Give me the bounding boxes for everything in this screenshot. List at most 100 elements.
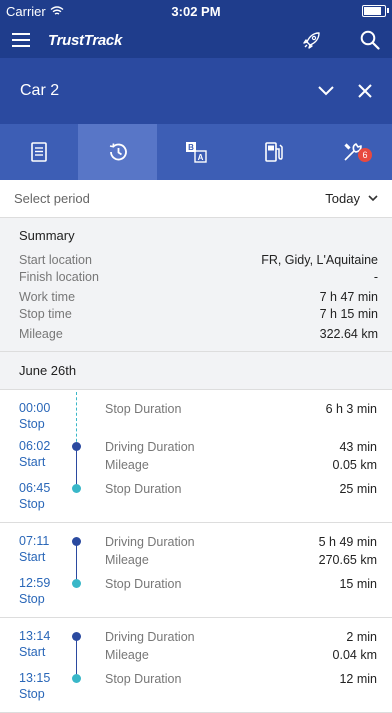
- day-header: June 26th: [0, 351, 392, 390]
- work-time-label: Work time: [19, 290, 76, 304]
- work-time-value: 7 h 47 min: [319, 290, 378, 304]
- svg-text:B: B: [188, 143, 194, 152]
- entry-time: 00:00 Stop: [0, 400, 76, 432]
- battery-group: [362, 5, 389, 17]
- status-bar: Carrier 3:02 PM: [0, 0, 392, 22]
- history-icon: [107, 141, 129, 163]
- detail-row: Stop Duration 12 min: [105, 670, 377, 688]
- vehicle-name: Car 2: [20, 82, 60, 99]
- entry-details: Stop Duration 12 min: [76, 670, 392, 702]
- tab-fuel[interactable]: [235, 124, 313, 180]
- battery-icon: [362, 5, 389, 17]
- chevron-down-icon[interactable]: [318, 86, 334, 96]
- detail-value: 0.04 km: [332, 647, 377, 662]
- mileage-label: Mileage: [19, 327, 63, 341]
- timeline-entry[interactable]: 06:45 Stop Stop Duration 25 min: [0, 480, 392, 512]
- translate-icon: BA: [185, 141, 207, 163]
- detail-row: Stop Duration 15 min: [105, 575, 377, 593]
- stop-marker: [72, 484, 81, 493]
- entry-details: Stop Duration 15 min: [76, 575, 392, 607]
- entry-type: Stop: [19, 416, 45, 431]
- detail-row: Mileage 270.65 km: [105, 551, 377, 569]
- stop-time-row: Stop time 7 h 15 min: [19, 306, 378, 323]
- tab-bar: BA 6: [0, 124, 392, 180]
- detail-label: Stop Duration: [105, 401, 182, 416]
- detail-label: Driving Duration: [105, 629, 195, 644]
- finish-location-row: Finish location -: [19, 269, 378, 286]
- rocket-icon[interactable]: [302, 30, 322, 50]
- detail-label: Stop Duration: [105, 671, 182, 686]
- detail-row: Driving Duration 2 min: [105, 628, 377, 646]
- start-marker: [72, 632, 81, 641]
- app-bar: TrustTrack: [0, 22, 392, 58]
- timeline-entry[interactable]: 12:59 Stop Stop Duration 15 min: [0, 575, 392, 607]
- close-icon[interactable]: [358, 84, 372, 98]
- entry-time: 06:02 Start: [0, 438, 76, 474]
- detail-value: 5 h 49 min: [318, 534, 377, 549]
- detail-row: Stop Duration 6 h 3 min: [105, 400, 377, 418]
- detail-row: Driving Duration 43 min: [105, 438, 377, 456]
- entry-time-value: 07:11: [19, 533, 50, 548]
- start-location-value: FR, Gidy, L'Aquitaine: [261, 253, 378, 267]
- tab-tools[interactable]: 6: [314, 124, 392, 180]
- detail-label: Mileage: [105, 552, 149, 567]
- tab-document[interactable]: [0, 124, 78, 180]
- period-selector[interactable]: Select period Today: [0, 180, 392, 218]
- detail-label: Stop Duration: [105, 481, 182, 496]
- period-value: Today: [325, 191, 360, 206]
- entry-time-value: 12:59: [19, 575, 51, 590]
- stop-marker: [72, 579, 81, 588]
- entry-time-value: 00:00: [19, 400, 51, 415]
- entry-time: 13:15 Stop: [0, 670, 76, 702]
- vehicle-selector[interactable]: Car 2: [0, 58, 392, 124]
- app-logo: TrustTrack: [48, 32, 122, 49]
- entry-type: Stop: [19, 686, 45, 701]
- stop-time-value: 7 h 15 min: [319, 306, 378, 321]
- status-time: 3:02 PM: [171, 3, 221, 19]
- stop-time-label: Stop time: [19, 306, 72, 321]
- chevron-down-icon: [368, 195, 378, 202]
- detail-value: 2 min: [346, 629, 377, 644]
- entry-time-value: 06:45: [19, 480, 51, 495]
- entry-type: Start: [19, 454, 46, 469]
- timeline: 00:00 Stop Stop Duration 6 h 3 min 06:02 Star…: [0, 390, 392, 713]
- start-marker: [72, 442, 81, 451]
- detail-value: 25 min: [339, 481, 377, 496]
- entry-type: Start: [19, 644, 46, 659]
- svg-text:A: A: [198, 153, 204, 162]
- detail-value: 6 h 3 min: [325, 401, 377, 416]
- tab-history[interactable]: [78, 124, 157, 180]
- work-time-row: Work time 7 h 47 min: [19, 289, 378, 306]
- entry-details: Stop Duration 6 h 3 min: [76, 400, 392, 432]
- timeline-entry[interactable]: 13:14 Start Driving Duration 2 min Mileage 0.…: [0, 628, 392, 664]
- entry-type: Start: [19, 549, 46, 564]
- entry-time: 12:59 Stop: [0, 575, 76, 607]
- detail-label: Mileage: [105, 457, 149, 472]
- timeline-entry[interactable]: 07:11 Start Driving Duration 5 h 49 min Mile…: [0, 533, 392, 569]
- entry-type: Stop: [19, 496, 45, 511]
- entry-details: Stop Duration 25 min: [76, 480, 392, 512]
- search-icon[interactable]: [360, 30, 380, 50]
- start-marker: [72, 537, 81, 546]
- summary-title: Summary: [19, 228, 75, 243]
- detail-row: Mileage 0.04 km: [105, 646, 377, 664]
- timeline-block: 07:11 Start Driving Duration 5 h 49 min Mile…: [0, 523, 392, 618]
- detail-label: Stop Duration: [105, 576, 182, 591]
- entry-time: 06:45 Stop: [0, 480, 76, 512]
- entry-time: 07:11 Start: [0, 533, 76, 569]
- mileage-row: Mileage 322.64 km: [19, 326, 378, 343]
- timeline-entry[interactable]: 00:00 Stop Stop Duration 6 h 3 min: [0, 400, 392, 432]
- start-location-label: Start location: [19, 253, 92, 267]
- detail-label: Mileage: [105, 647, 149, 662]
- timeline-entry[interactable]: 06:02 Start Driving Duration 43 min Mileage 0…: [0, 438, 392, 474]
- period-label: Select period: [14, 191, 90, 206]
- entry-time-value: 13:15: [19, 670, 51, 685]
- menu-icon[interactable]: [12, 33, 30, 47]
- entry-details: Driving Duration 5 h 49 min Mileage 270.65 …: [76, 533, 392, 569]
- entry-details: Driving Duration 2 min Mileage 0.04 km: [76, 628, 392, 664]
- summary-section: Summary Start location FR, Gidy, L'Aquit…: [0, 218, 392, 352]
- mileage-value: 322.64 km: [319, 327, 378, 341]
- tab-translate[interactable]: BA: [157, 124, 235, 180]
- timeline-entry[interactable]: 13:15 Stop Stop Duration 12 min: [0, 670, 392, 702]
- detail-value: 0.05 km: [332, 457, 377, 472]
